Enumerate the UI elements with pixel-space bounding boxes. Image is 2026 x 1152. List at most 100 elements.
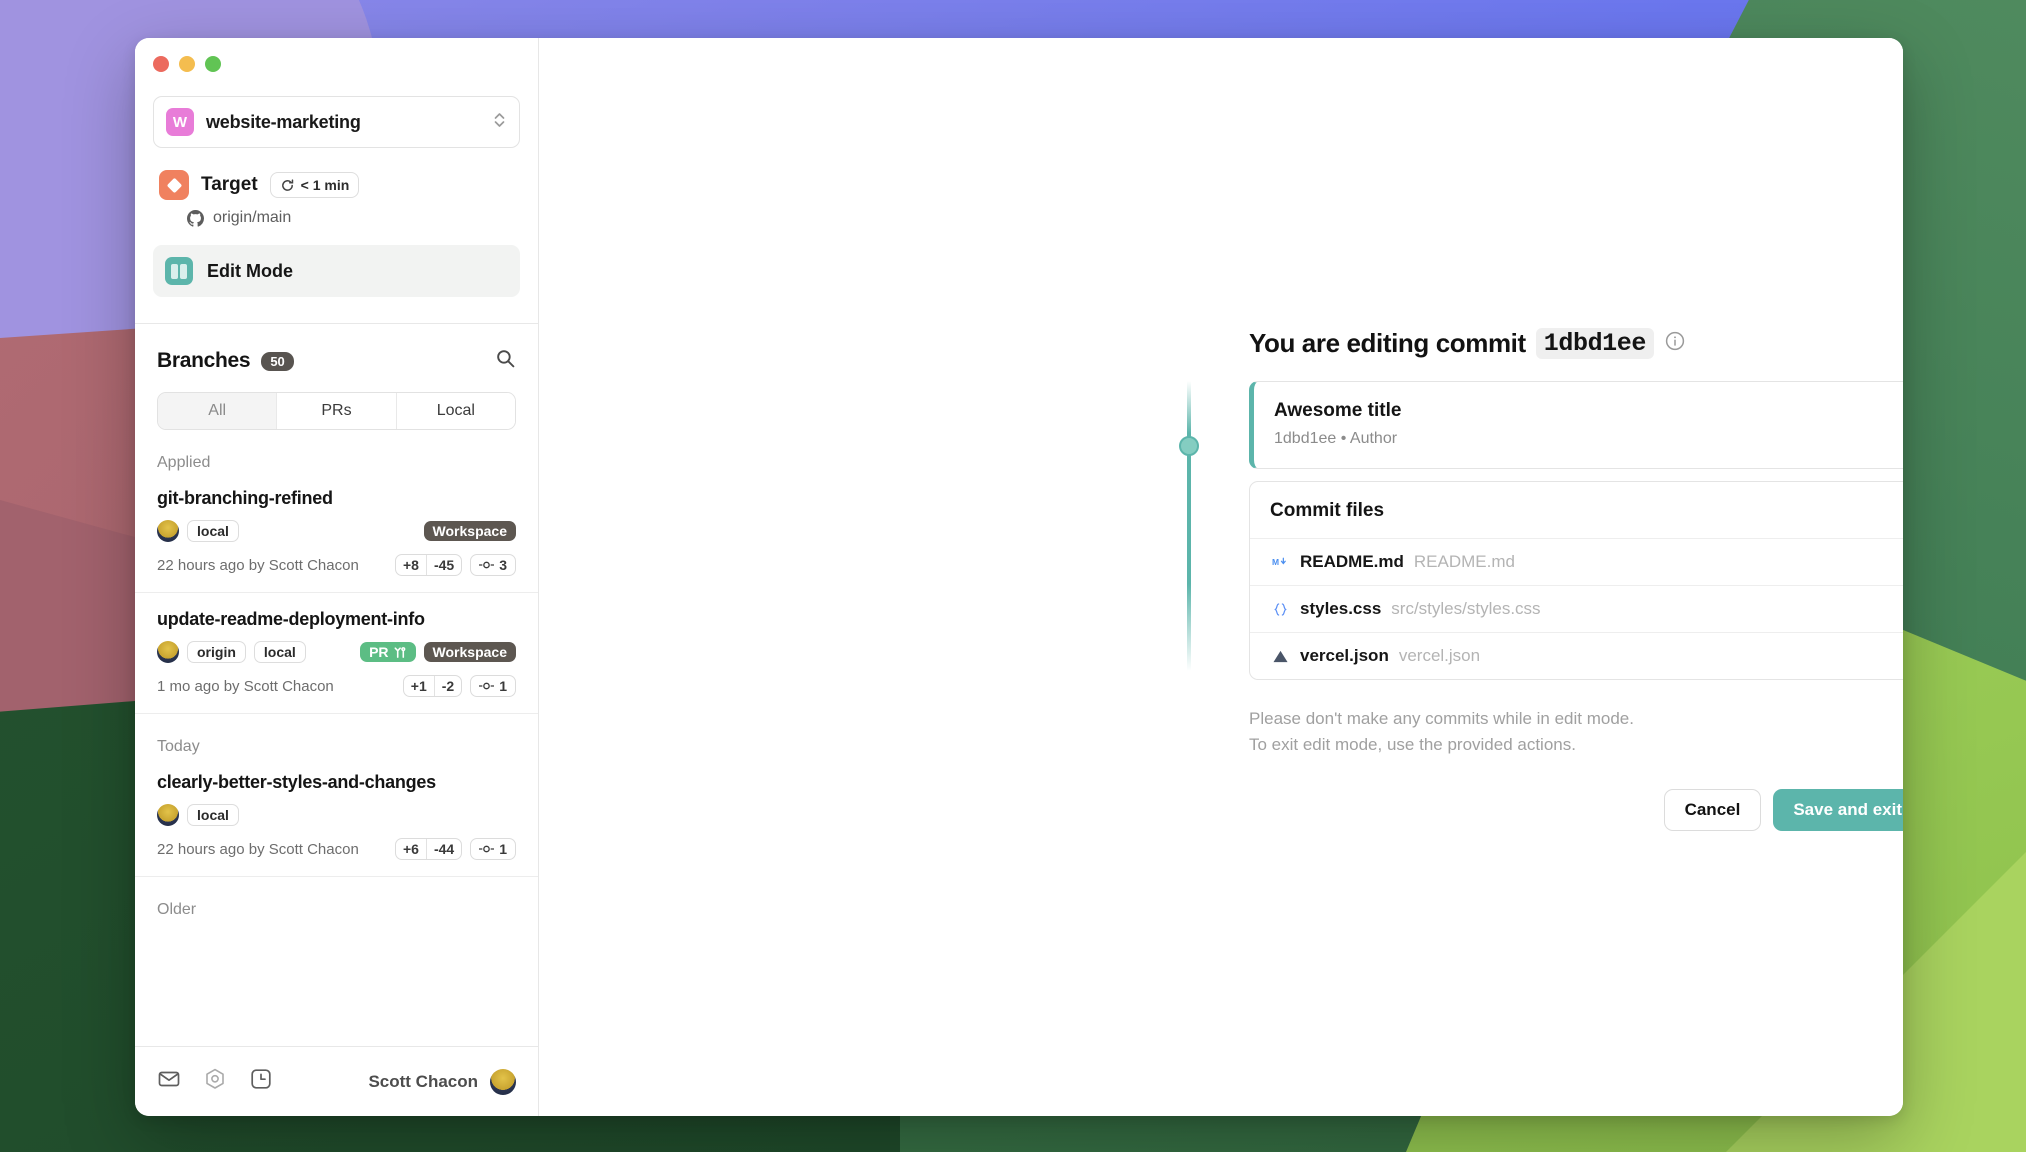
target-label: Target bbox=[201, 174, 258, 195]
commits-count: 1 bbox=[499, 678, 507, 694]
tag-pr[interactable]: PR bbox=[360, 642, 416, 662]
history-icon[interactable] bbox=[249, 1067, 273, 1096]
app-window: W website-marketing Target < 1 min origi… bbox=[135, 38, 1903, 1116]
avatar bbox=[490, 1068, 516, 1095]
branch-timestamp-author: 22 hours ago by Scott Chacon bbox=[157, 556, 359, 574]
target-row[interactable]: Target < 1 min bbox=[135, 148, 538, 200]
branch-list-item[interactable]: update-readme-deployment-info origin loc… bbox=[135, 593, 538, 713]
branch-timestamp-author: 22 hours ago by Scott Chacon bbox=[157, 840, 359, 858]
branch-badges: origin local PR Workspace bbox=[157, 641, 516, 663]
page-title-text: You are editing commit bbox=[1249, 328, 1526, 358]
commit-files-card: Commit files M README.md README.md style… bbox=[1249, 481, 1903, 680]
tag-workspace: Workspace bbox=[423, 642, 516, 662]
notice-line-1: Please don't make any commits while in e… bbox=[1249, 709, 1634, 728]
diff-stat-pill: +6 -44 bbox=[395, 838, 463, 860]
branch-meta: 1 mo ago by Scott Chacon +1 -2 1 bbox=[157, 675, 516, 697]
sidebar-footer: Scott Chacon bbox=[135, 1046, 538, 1116]
sidebar-item-edit-mode[interactable]: Edit Mode bbox=[153, 245, 520, 297]
commit-title: Awesome title bbox=[1274, 400, 1402, 421]
avatar bbox=[157, 641, 179, 663]
file-path: src/styles/styles.css bbox=[1391, 599, 1541, 618]
edit-commit-panel: You are editing commit 1dbd1ee Awesome t… bbox=[1179, 328, 1903, 831]
file-path: README.md bbox=[1413, 552, 1515, 571]
refresh-time-pill[interactable]: < 1 min bbox=[269, 172, 360, 198]
commit-hash-chip: 1dbd1ee bbox=[1535, 328, 1654, 359]
deletions-count: -45 bbox=[425, 555, 461, 575]
branch-list-item[interactable]: git-branching-refined local Workspace 22… bbox=[135, 472, 538, 592]
action-buttons: Cancel Save and exit bbox=[1249, 788, 1903, 831]
additions-count: +1 bbox=[410, 678, 427, 694]
edit-mode-icon bbox=[165, 257, 193, 285]
file-name: styles.css bbox=[1300, 599, 1382, 618]
current-user[interactable]: Scott Chacon bbox=[368, 1068, 516, 1095]
branch-badges: local Workspace bbox=[157, 520, 516, 542]
settings-icon[interactable] bbox=[203, 1067, 227, 1096]
edit-mode-notice: Please don't make any commits while in e… bbox=[1249, 706, 1903, 759]
branch-name: clearly-better-styles-and-changes bbox=[157, 772, 436, 792]
minimize-button[interactable] bbox=[179, 56, 195, 72]
branch-stats: +8 -45 3 bbox=[395, 554, 516, 576]
cancel-button[interactable]: Cancel bbox=[1663, 788, 1762, 831]
file-row[interactable]: styles.css src/styles/styles.css bbox=[1250, 585, 1903, 632]
commit-card[interactable]: Awesome title 1dbd1ee • Author bbox=[1249, 381, 1903, 469]
tag-workspace: Workspace bbox=[423, 521, 516, 541]
commit-files-header: Commit files bbox=[1270, 500, 1385, 521]
target-icon bbox=[159, 170, 189, 200]
save-and-exit-button[interactable]: Save and exit bbox=[1773, 788, 1903, 831]
close-button[interactable] bbox=[153, 56, 169, 72]
info-icon[interactable] bbox=[1664, 328, 1686, 359]
branch-stats: +6 -44 1 bbox=[395, 838, 516, 860]
repo-name: website-marketing bbox=[206, 111, 361, 132]
commits-pill: 1 bbox=[470, 675, 516, 697]
branch-name: update-readme-deployment-info bbox=[157, 609, 425, 629]
desktop-background: W website-marketing Target < 1 min origi… bbox=[0, 0, 2026, 1152]
commit-icon bbox=[479, 561, 495, 569]
branch-list-item[interactable]: clearly-better-styles-and-changes local … bbox=[135, 756, 538, 876]
branch-stats: +1 -2 1 bbox=[402, 675, 516, 697]
page-title: You are editing commit 1dbd1ee bbox=[1249, 328, 1903, 359]
commits-count: 1 bbox=[499, 841, 507, 857]
branch-name: git-branching-refined bbox=[157, 488, 333, 508]
tag-local: local bbox=[187, 804, 239, 826]
avatar bbox=[157, 804, 179, 826]
file-row[interactable]: M README.md README.md bbox=[1250, 538, 1903, 585]
tab-all[interactable]: All bbox=[158, 393, 278, 429]
file-name: vercel.json bbox=[1300, 646, 1389, 665]
tab-prs[interactable]: PRs bbox=[277, 393, 397, 429]
repo-selector[interactable]: W website-marketing bbox=[153, 96, 520, 148]
branch-group-label-older: Older bbox=[157, 901, 197, 918]
window-controls bbox=[135, 38, 538, 84]
commit-timeline-line bbox=[1187, 381, 1191, 671]
branch-group-label-applied: Applied bbox=[157, 454, 211, 471]
vercel-triangle-icon bbox=[1270, 649, 1290, 664]
branch-group-label-today: Today bbox=[157, 738, 200, 755]
tab-local[interactable]: Local bbox=[396, 393, 515, 429]
search-icon[interactable] bbox=[495, 348, 516, 374]
branches-count-badge: 50 bbox=[261, 351, 294, 371]
tag-pr-label: PR bbox=[369, 644, 389, 660]
file-name: README.md bbox=[1300, 552, 1404, 571]
repo-avatar: W bbox=[166, 108, 194, 136]
github-icon bbox=[187, 209, 204, 227]
branch-meta: 22 hours ago by Scott Chacon +6 -44 1 bbox=[157, 838, 516, 860]
refresh-icon bbox=[281, 178, 293, 191]
branch-badges: local bbox=[157, 804, 516, 826]
file-row[interactable]: vercel.json vercel.json bbox=[1250, 632, 1903, 679]
branch-list[interactable]: Applied git-branching-refined local Work… bbox=[135, 430, 538, 1046]
edit-mode-label: Edit Mode bbox=[207, 260, 293, 281]
deletions-count: -44 bbox=[425, 839, 461, 859]
commit-timeline-dot bbox=[1179, 436, 1199, 456]
pull-request-icon bbox=[394, 646, 405, 658]
svg-text:M: M bbox=[1272, 557, 1279, 567]
current-user-name: Scott Chacon bbox=[368, 1071, 478, 1091]
branch-meta: 22 hours ago by Scott Chacon +8 -45 3 bbox=[157, 554, 516, 576]
branches-header: Branches 50 bbox=[135, 324, 538, 374]
commit-icon bbox=[479, 682, 495, 690]
deletions-count: -2 bbox=[433, 676, 461, 696]
mail-icon[interactable] bbox=[157, 1067, 181, 1096]
zoom-button[interactable] bbox=[205, 56, 221, 72]
css-braces-icon bbox=[1270, 601, 1290, 618]
commit-icon bbox=[479, 845, 495, 853]
target-remote-row: origin/main bbox=[135, 200, 538, 227]
chevron-up-down-icon bbox=[492, 110, 507, 135]
